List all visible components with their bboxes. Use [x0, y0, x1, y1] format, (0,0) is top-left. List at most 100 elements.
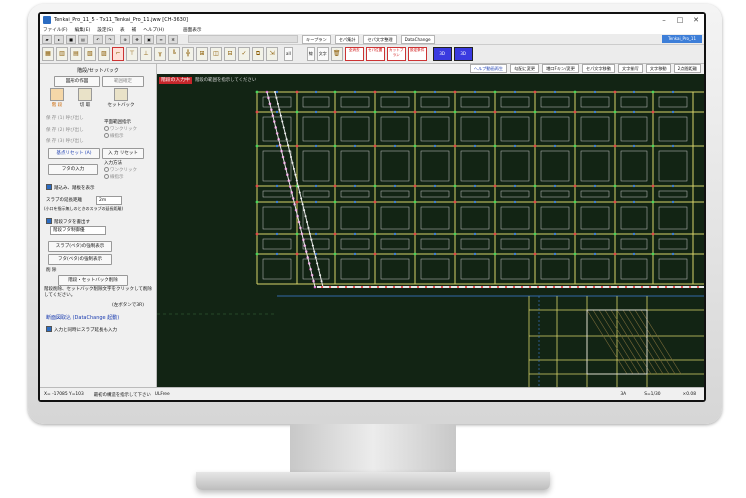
trash-icon[interactable]: 🗑 [330, 47, 343, 61]
input-reset-button[interactable]: 入 力 リセット [102, 148, 144, 159]
frame-control-select[interactable]: 階段フタ制御優 [50, 226, 106, 235]
pan-icon[interactable]: ✥ [132, 34, 142, 44]
frame-input-button[interactable]: フタの入力 [48, 164, 98, 175]
corner-tool-icon[interactable]: ╚ [168, 47, 180, 61]
stairs-mode-button[interactable]: 階 段 [48, 88, 66, 109]
frame-output-checkbox[interactable]: 階段フタを書出す [46, 218, 90, 225]
tab-sepa-move[interactable]: セパ文字移動 [581, 64, 616, 73]
midpoint-node [393, 144, 397, 148]
slab-tool-icon[interactable]: ▧ [84, 47, 96, 61]
joint-tool-icon[interactable]: ╬ [182, 47, 194, 61]
slab-force-button[interactable]: スラブ(ベタ)の強制表示 [48, 241, 112, 252]
menu-file[interactable]: ファイル(F) [43, 27, 68, 33]
grid-node [533, 200, 537, 204]
line-button[interactable]: 線 [306, 47, 315, 61]
frame-force-button[interactable]: フタ(ベタ)の強制表示 [48, 254, 112, 265]
wall-tool-icon[interactable]: ▦ [42, 47, 54, 61]
radio-line-2-label: 線指示 [110, 175, 124, 180]
save-slot-2[interactable]: 保 存 (2) 呼び出し [46, 127, 84, 133]
fit-icon[interactable]: ▣ [144, 34, 154, 44]
grid-tool-icon[interactable]: ⊟ [224, 47, 236, 61]
menu-help[interactable]: ヘルプ(H) [143, 27, 164, 33]
delete-stairs-button[interactable]: 階段・セットバック削除 [58, 275, 128, 286]
tab-help-video[interactable]: ヘルプ動画再生 [469, 64, 508, 73]
rail-node [616, 285, 620, 289]
midpoint-node [593, 144, 597, 148]
midpoint-node [553, 184, 557, 188]
keyplan-button[interactable]: キープラン [302, 34, 331, 44]
datachange-link[interactable]: 断面図取込 (DataChange 起動) [46, 314, 119, 321]
setback-mode-button[interactable]: セットバック [106, 88, 136, 109]
menu-settings[interactable]: 設定(S) [97, 27, 113, 33]
grid-node [651, 200, 655, 204]
sepa-tool-icon[interactable]: ⊤ [126, 47, 138, 61]
midpoint-node [393, 110, 397, 114]
draw-figure-button[interactable]: 図形の作図 [54, 76, 100, 87]
print-icon[interactable]: ▤ [78, 34, 88, 44]
midpoint-node [513, 200, 517, 204]
clear-all-button[interactable]: 全消去 [344, 47, 364, 61]
stairs-show-checkbox[interactable]: 踏込み、踏板を表示 [46, 184, 95, 191]
measure-tool-icon[interactable]: ⊞ [196, 47, 208, 61]
menu-table[interactable]: 表 [120, 27, 125, 33]
sepa-text-button[interactable]: セパ文字整理 [363, 34, 397, 44]
panel-tool-icon[interactable]: ╥ [154, 47, 166, 61]
layer-icon[interactable]: ≡ [156, 34, 166, 44]
save-slot-3[interactable]: 保 存 (3) 呼び出し [46, 138, 84, 144]
tab-distance[interactable]: 2点間距離 [673, 64, 701, 73]
sepa-position-button[interactable]: セパ位置 [365, 47, 385, 61]
folder-icon[interactable]: ▰ [42, 34, 52, 44]
tab-text-align[interactable]: 文字揃写 [618, 64, 643, 73]
stairs-tool-icon[interactable]: ⌐ [112, 47, 124, 61]
3d-view-alt-button[interactable]: 3D [453, 47, 473, 61]
slab-distance-select[interactable]: 2m [96, 196, 122, 205]
3d-view-button[interactable]: 3D [432, 47, 452, 61]
midpoint-node [593, 200, 597, 204]
arrow-icon[interactable]: ▸ [54, 34, 64, 44]
midpoint-node [632, 200, 636, 204]
save-slot-1[interactable]: 保 存 (1) 呼び出し [46, 115, 84, 121]
datachange-button[interactable]: DataChange [400, 34, 435, 44]
check-tool-icon[interactable]: ✓ [238, 47, 250, 61]
midpoint-node [632, 232, 636, 236]
maximize-button[interactable]: □ [672, 16, 688, 24]
tab-slope[interactable]: 勾配に変更 [510, 64, 540, 73]
tab-opening[interactable]: 増口Fキン/変更 [542, 64, 579, 73]
column-tool-icon[interactable]: ▥ [56, 47, 68, 61]
copy-tool-icon[interactable]: ⧉ [252, 47, 264, 61]
condition-button[interactable]: 設定条件 [407, 47, 427, 61]
grid-node [373, 184, 377, 188]
menu-aux[interactable]: 補 [132, 27, 137, 33]
form-tool-icon[interactable]: ⊥ [140, 47, 152, 61]
radio-one-click[interactable]: ワンクリック [104, 126, 137, 132]
scope-confirm-button[interactable]: 範囲確定 [102, 76, 144, 87]
cad-canvas[interactable]: 階段の入力中 階段の範囲を指示してください [157, 74, 704, 387]
redo-icon[interactable]: ↷ [105, 34, 115, 44]
radio-line[interactable]: 線指示 [104, 133, 124, 139]
zoom-icon[interactable]: ⊕ [120, 34, 130, 44]
gear-icon[interactable]: ✲ [168, 34, 178, 44]
all-button[interactable]: all [284, 47, 293, 61]
move-tool-icon[interactable]: ⇲ [266, 47, 278, 61]
auto-slab-checkbox[interactable]: 入力と同時にスラブ延長も入力 [46, 326, 117, 333]
menu-edit[interactable]: 編集(E) [75, 27, 91, 33]
tab-text-move[interactable]: 文字移動 [645, 64, 671, 73]
radio-line-2[interactable]: 線指示 [104, 174, 124, 180]
checkbox-box [46, 184, 52, 190]
grid-node [295, 90, 299, 94]
stairs-input-badge: 階段の入力中 [159, 77, 192, 84]
menu-display[interactable]: 画面表示 [183, 27, 201, 33]
cut-mode-button[interactable]: 切 取 [76, 88, 94, 109]
mark-tool-icon[interactable]: ◫ [210, 47, 222, 61]
sepa-total-button[interactable]: セパ集計 [334, 34, 360, 44]
beam-tool-icon[interactable]: ▤ [70, 47, 82, 61]
cut-plan-button[interactable]: カットプラン [386, 47, 406, 61]
opening-tool-icon[interactable]: ▨ [98, 47, 110, 61]
radio-one-click-2[interactable]: ワンクリック [104, 167, 137, 173]
save-icon[interactable]: ■ [66, 34, 76, 44]
close-button[interactable]: ✕ [688, 16, 704, 24]
text-button[interactable]: 文字 [316, 47, 329, 61]
base-reset-button[interactable]: 基点リセット (A) [48, 148, 100, 159]
minimize-button[interactable]: – [656, 16, 672, 24]
undo-icon[interactable]: ↶ [93, 34, 103, 44]
